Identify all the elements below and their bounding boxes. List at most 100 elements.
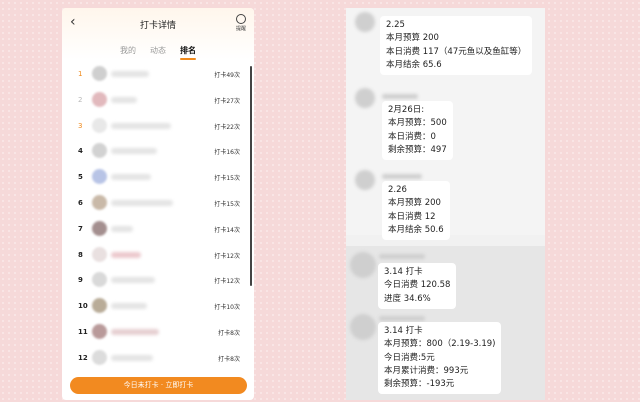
ranking-list: 1 打卡49次 2 打卡27次 3 打卡22次 4 打卡16次 5 打卡15次 …: [62, 62, 254, 372]
message-line: 本月预算：500: [388, 118, 447, 129]
avatar: [92, 349, 107, 365]
sender-name-redacted: [382, 174, 422, 179]
chat-panel: 2.25 本月预算 200 本日消费 117（47元鱼以及鱼缸等） 本月结余 6…: [346, 8, 545, 400]
message-line: 2月26日:: [388, 105, 425, 115]
rank-number: 3: [78, 121, 83, 130]
checkin-detail-screen: ‹ 打卡详情 提醒 我的 动态 排名 1 打卡49次 2 打卡27次 3 打卡2…: [62, 8, 254, 400]
ranking-row[interactable]: 4 打卡16次: [62, 139, 254, 165]
avatar: [350, 252, 376, 278]
message-line: 本日消费：0: [388, 131, 436, 142]
checkin-count: 打卡22次: [214, 123, 240, 131]
checkin-count: 打卡12次: [214, 278, 240, 286]
tab-bar: 我的 动态 排名: [62, 45, 254, 60]
ranking-row[interactable]: 12 打卡8次: [62, 346, 254, 372]
checkin-count: 打卡8次: [218, 329, 240, 337]
avatar: [92, 91, 107, 107]
rank-number: 2: [78, 95, 83, 104]
tab-ranking[interactable]: 排名: [180, 45, 196, 60]
alarm-clock-icon: [236, 14, 246, 24]
ranking-row[interactable]: 11 打卡8次: [62, 320, 254, 346]
remind-button[interactable]: 提醒: [234, 14, 248, 32]
ranking-row[interactable]: 2 打卡27次: [62, 88, 254, 114]
name-redacted: [111, 328, 159, 335]
rank-number: 4: [78, 147, 83, 156]
header: ‹ 打卡详情 提醒 我的 动态 排名: [62, 8, 254, 60]
message-line: 今日消费:5元: [384, 352, 435, 363]
avatar: [355, 170, 375, 190]
message-line: 本月预算 200: [388, 198, 441, 209]
checkin-count: 打卡49次: [214, 72, 240, 79]
ranking-row[interactable]: 3 打卡22次: [62, 114, 254, 140]
name-redacted: [111, 303, 147, 310]
ranking-row[interactable]: 8 打卡12次: [62, 243, 254, 269]
rank-number: 9: [78, 276, 83, 285]
sender-name-redacted: [382, 94, 418, 99]
avatar: [92, 272, 107, 288]
avatar: [92, 117, 107, 133]
message-line: 本日消费 12: [388, 211, 436, 222]
name-redacted: [111, 251, 141, 258]
message-line: 本月预算：800（2.19-3.19): [384, 339, 496, 350]
message-line: 今日消费 120.58: [384, 280, 451, 291]
ranking-row[interactable]: 7 打卡14次: [62, 217, 254, 243]
avatar: [92, 246, 107, 262]
ranking-row[interactable]: 6 打卡15次: [62, 191, 254, 217]
remind-label: 提醒: [235, 26, 246, 32]
avatar: [92, 66, 107, 81]
checkin-count: 打卡15次: [214, 200, 240, 208]
checkin-count: 打卡27次: [214, 97, 240, 105]
scrollbar[interactable]: [250, 66, 252, 286]
message-line: 3.14 打卡: [384, 326, 423, 336]
rank-number: 10: [78, 302, 88, 311]
ranking-row[interactable]: 9 打卡12次: [62, 268, 254, 294]
sender-name-redacted: [379, 316, 425, 321]
avatar: [92, 323, 107, 339]
checkin-count: 打卡15次: [214, 175, 240, 183]
tab-mine[interactable]: 我的: [120, 45, 136, 60]
message-line: 剩余预算：-193元: [384, 379, 455, 390]
avatar: [92, 220, 107, 236]
checkin-count: 打卡12次: [214, 252, 240, 260]
avatar: [92, 298, 107, 314]
rank-number: 6: [78, 198, 83, 207]
message-line: 2.26: [388, 185, 407, 195]
message-line: 进度 34.6%: [384, 293, 431, 304]
name-redacted: [111, 354, 153, 361]
avatar: [355, 12, 375, 32]
ranking-row[interactable]: 10 打卡10次: [62, 294, 254, 320]
tab-feed[interactable]: 动态: [150, 45, 166, 60]
message-line: 剩余预算：497: [388, 144, 447, 155]
checkin-count: 打卡14次: [214, 226, 240, 234]
avatar: [92, 194, 107, 210]
rank-number: 11: [78, 327, 88, 336]
message-line: 2.25: [386, 20, 405, 30]
message-bubble: 2.25 本月预算 200 本日消费 117（47元鱼以及鱼缸等） 本月结余 6…: [380, 16, 533, 76]
rank-number: 5: [78, 173, 83, 182]
page-title: 打卡详情: [139, 21, 176, 31]
message-bubble: 2.26 本月预算 200 本日消费 12 本月结余 50.6: [382, 181, 450, 241]
checkin-count: 打卡10次: [214, 304, 240, 312]
name-redacted: [111, 96, 137, 103]
rank-number: 1: [78, 70, 83, 78]
rank-number: 7: [78, 224, 83, 233]
message-line: 本日消费 117（47元鱼以及鱼缸等）: [386, 46, 527, 57]
avatar: [92, 169, 107, 185]
name-redacted: [111, 71, 149, 77]
rank-number: 8: [78, 250, 83, 259]
checkin-now-button[interactable]: 今日未打卡 · 立即打卡: [70, 377, 247, 394]
avatar: [350, 314, 376, 340]
message-line: 本月结余 65.6: [386, 59, 442, 70]
ranking-row[interactable]: 1 打卡49次: [62, 62, 254, 88]
avatar: [92, 143, 107, 159]
name-redacted: [111, 277, 155, 284]
message-bubble: 2月26日: 本月预算：500 本日消费：0 剩余预算：497: [382, 101, 453, 161]
checkin-count: 打卡16次: [214, 149, 240, 157]
name-redacted: [111, 199, 173, 206]
message-line: 3.14 打卡: [384, 267, 423, 277]
rank-number: 12: [78, 353, 88, 362]
name-redacted: [111, 225, 133, 232]
message-line: 本月结余 50.6: [388, 224, 444, 235]
message-line: 本月累计消费：993元: [384, 365, 469, 376]
name-redacted: [111, 174, 151, 181]
ranking-row[interactable]: 5 打卡15次: [62, 165, 254, 191]
